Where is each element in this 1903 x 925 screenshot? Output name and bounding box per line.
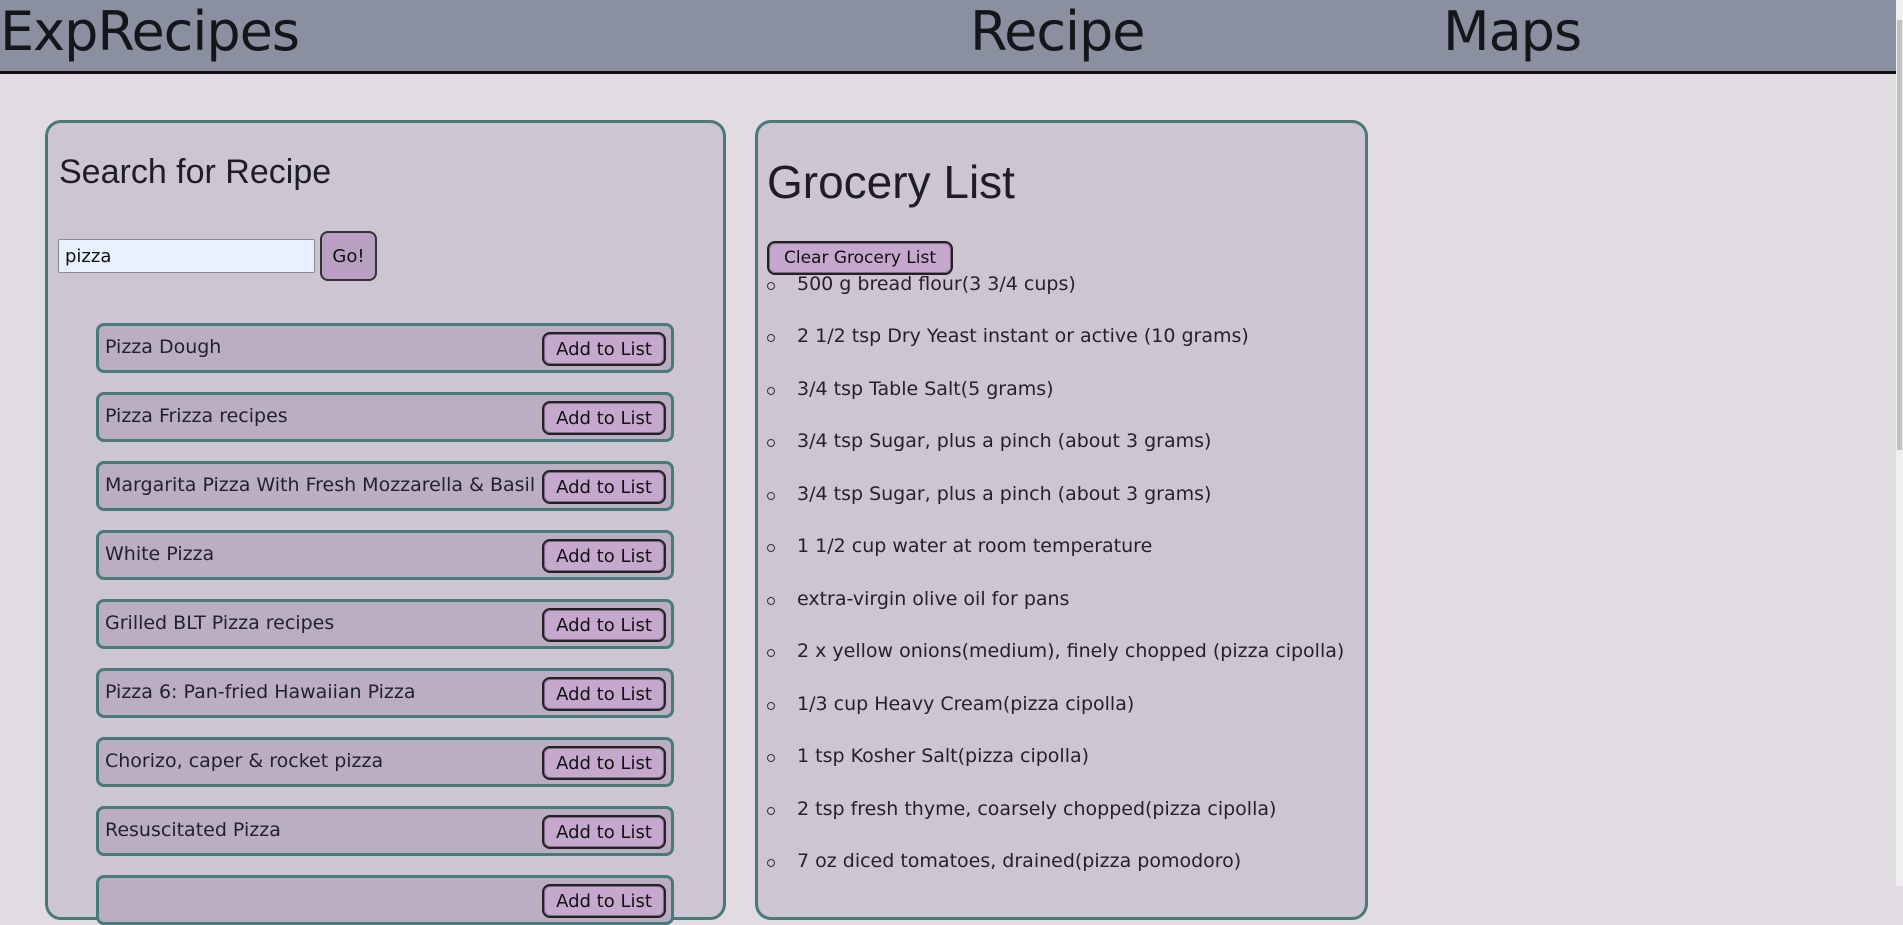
add-to-list-button[interactable]: Add to List: [542, 608, 666, 642]
search-panel: Search for Recipe Go! Pizza Dough Add to…: [45, 120, 726, 925]
grocery-item-text: 2 1/2 tsp Dry Yeast instant or active (1…: [797, 325, 1249, 347]
add-to-list-button[interactable]: Add to List: [542, 677, 666, 711]
result-title: Grilled BLT Pizza recipes: [105, 612, 335, 634]
circle-bullet-icon: [767, 859, 775, 867]
grocery-item-text: 2 x yellow onions(medium), finely choppe…: [797, 640, 1345, 662]
circle-bullet-icon: [767, 282, 775, 290]
add-to-list-button[interactable]: Add to List: [542, 539, 666, 573]
go-button[interactable]: Go!: [320, 231, 377, 281]
add-to-list-button[interactable]: Add to List: [542, 401, 666, 435]
result-row: Pizza Frizza recipes Add to List: [96, 392, 674, 442]
add-to-list-button[interactable]: Add to List: [542, 746, 666, 780]
grocery-item-text: extra-virgin olive oil for pans: [797, 588, 1070, 610]
result-row: Margarita Pizza With Fresh Mozzarella & …: [96, 461, 674, 511]
grocery-item-text: 3/4 tsp Sugar, plus a pinch (about 3 gra…: [797, 430, 1212, 452]
grocery-item-text: 2 tsp fresh thyme, coarsely chopped(pizz…: [797, 798, 1277, 820]
circle-bullet-icon: [767, 544, 775, 552]
result-row: Chorizo, caper & rocket pizza Add to Lis…: [96, 737, 674, 787]
circle-bullet-icon: [767, 334, 775, 342]
result-row: Pizza 6: Pan-fried Hawaiian Pizza Add to…: [96, 668, 674, 718]
grocery-item-text: 3/4 tsp Table Salt(5 grams): [797, 378, 1054, 400]
grocery-item-text: 500 g bread flour(3 3/4 cups): [797, 273, 1076, 295]
grocery-item-text: 1 tsp Kosher Salt(pizza cipolla): [797, 745, 1090, 767]
result-row: Grilled BLT Pizza recipes Add to List: [96, 599, 674, 649]
circle-bullet-icon: [767, 492, 775, 500]
circle-bullet-icon: [767, 754, 775, 762]
circle-bullet-icon: [767, 387, 775, 395]
result-title: White Pizza: [105, 543, 215, 565]
page-scrollbar[interactable]: [1896, 0, 1903, 886]
result-title: Chorizo, caper & rocket pizza: [105, 750, 384, 772]
result-row: White Pizza Add to List: [96, 530, 674, 580]
result-row: Pizza Dough Add to List: [96, 323, 674, 373]
grocery-item-text: 7 oz diced tomatoes, drained(pizza pomod…: [797, 850, 1242, 872]
result-row: Add to List: [96, 875, 674, 925]
grocery-item-text: 1 1/2 cup water at room temperature: [797, 535, 1153, 557]
circle-bullet-icon: [767, 439, 775, 447]
add-to-list-button[interactable]: Add to List: [542, 884, 666, 918]
search-title: Search for Recipe: [59, 153, 332, 191]
grocery-panel: Grocery List Clear Grocery List 500 g br…: [755, 120, 1368, 920]
grocery-item-text: 1/3 cup Heavy Cream(pizza cipolla): [797, 693, 1135, 715]
nav-link-maps[interactable]: Maps: [1443, 0, 1582, 64]
add-to-list-button[interactable]: Add to List: [542, 470, 666, 504]
result-title: Pizza Frizza recipes: [105, 405, 288, 427]
search-input[interactable]: [58, 239, 315, 273]
clear-grocery-list-button[interactable]: Clear Grocery List: [767, 241, 953, 275]
grocery-item-text: 3/4 tsp Sugar, plus a pinch (about 3 gra…: [797, 483, 1212, 505]
circle-bullet-icon: [767, 649, 775, 657]
brand-logo-text[interactable]: ExpRecipes: [0, 0, 300, 64]
result-title: Margarita Pizza With Fresh Mozzarella & …: [105, 474, 536, 496]
top-nav-bar: ExpRecipes Recipe Maps: [0, 0, 1896, 74]
circle-bullet-icon: [767, 702, 775, 710]
scrollbar-thumb[interactable]: [1897, 20, 1902, 450]
grocery-title: Grocery List: [767, 156, 1015, 208]
result-title: Pizza 6: Pan-fried Hawaiian Pizza: [105, 681, 416, 703]
circle-bullet-icon: [767, 597, 775, 605]
result-row: Resuscitated Pizza Add to List: [96, 806, 674, 856]
nav-link-recipe[interactable]: Recipe: [970, 0, 1146, 64]
result-title: Resuscitated Pizza: [105, 819, 281, 841]
add-to-list-button[interactable]: Add to List: [542, 332, 666, 366]
result-title: Pizza Dough: [105, 336, 222, 358]
circle-bullet-icon: [767, 807, 775, 815]
add-to-list-button[interactable]: Add to List: [542, 815, 666, 849]
